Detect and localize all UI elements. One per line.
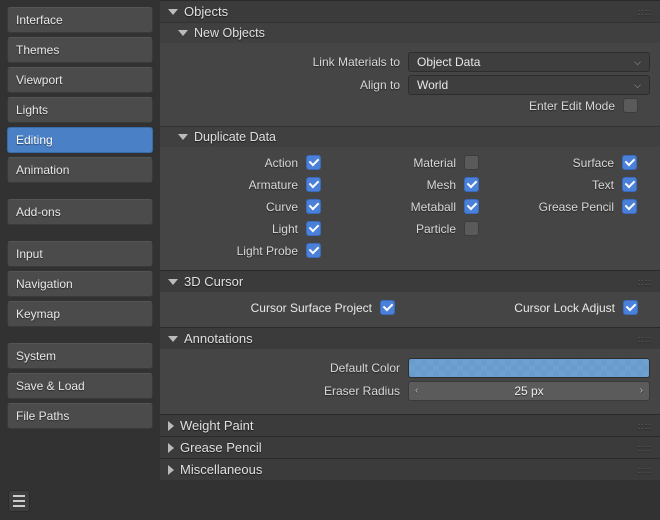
panel-weight-paint-header[interactable]: Weight Paint:::: (160, 414, 660, 436)
panel-objects-header[interactable]: Objects :::: (160, 0, 660, 22)
duplicate-mesh-checkbox[interactable] (464, 177, 479, 192)
preferences-sidebar: Interface Themes Viewport Lights Editing Anim… (0, 0, 160, 520)
duplicate-armature-checkbox[interactable] (306, 177, 321, 192)
link-materials-label: Link Materials to (170, 55, 400, 69)
sidebar-item-viewport[interactable]: Viewport (7, 67, 153, 93)
panel-3d-cursor-header[interactable]: 3D Cursor :::: (160, 270, 660, 292)
sidebar-item-add-ons[interactable]: Add-ons (7, 199, 153, 225)
drag-handle-icon[interactable]: :::: (638, 7, 652, 17)
drag-handle-icon[interactable]: :::: (638, 421, 652, 431)
sidebar-item-themes[interactable]: Themes (7, 37, 153, 63)
panel-title: Grease Pencil (180, 440, 262, 455)
eraser-radius-field[interactable]: 25 px (408, 381, 650, 401)
sidebar-item-system[interactable]: System (7, 343, 153, 369)
panel-title: 3D Cursor (184, 274, 243, 289)
sidebar-item-save-load[interactable]: Save & Load (7, 373, 153, 399)
duplicate-label: Grease Pencil (488, 200, 614, 214)
drag-handle-icon[interactable]: :::: (638, 465, 652, 475)
duplicate-label: Metaball (330, 200, 456, 214)
subpanel-new-objects-header[interactable]: New Objects (160, 23, 660, 43)
duplicate-label: Text (488, 178, 614, 192)
chevron-down-icon: ⌵ (634, 57, 641, 68)
chevron-down-icon: ⌵ (634, 80, 641, 91)
duplicate-curve-checkbox[interactable] (306, 199, 321, 214)
chevron-right-icon (168, 465, 174, 475)
chevron-down-icon (168, 279, 178, 285)
enter-edit-mode-label: Enter Edit Mode (170, 99, 615, 113)
cursor-lock-checkbox[interactable] (623, 300, 638, 315)
duplicate-light-probe-checkbox[interactable] (306, 243, 321, 258)
duplicate-label: Armature (172, 178, 298, 192)
menu-icon[interactable] (8, 490, 30, 512)
sidebar-item-navigation[interactable]: Navigation (7, 271, 153, 297)
panel-miscellaneous-header[interactable]: Miscellaneous:::: (160, 458, 660, 480)
drag-handle-icon[interactable]: :::: (638, 277, 652, 287)
drag-handle-icon[interactable]: :::: (638, 334, 652, 344)
duplicate-particle-checkbox[interactable] (464, 221, 479, 236)
subpanel-title: New Objects (194, 26, 265, 40)
default-color-label: Default Color (170, 361, 400, 375)
duplicate-grease-pencil-checkbox[interactable] (622, 199, 637, 214)
link-materials-select[interactable]: Object Data ⌵ (408, 52, 650, 72)
panel-title: Annotations (184, 331, 253, 346)
duplicate-material-checkbox[interactable] (464, 155, 479, 170)
duplicate-surface-checkbox[interactable] (622, 155, 637, 170)
subpanel-duplicate-body: Action Material Surface Armature Mesh Text Cur… (160, 147, 660, 270)
sidebar-item-keymap[interactable]: Keymap (7, 301, 153, 327)
duplicate-action-checkbox[interactable] (306, 155, 321, 170)
default-color-swatch[interactable] (408, 358, 650, 378)
chevron-down-icon (178, 30, 188, 36)
duplicate-label: Light Probe (172, 244, 298, 258)
chevron-down-icon (168, 9, 178, 15)
panel-title: Objects (184, 4, 228, 19)
panel-title: Weight Paint (180, 418, 253, 433)
sidebar-item-file-paths[interactable]: File Paths (7, 403, 153, 429)
duplicate-label: Material (330, 156, 456, 170)
enter-edit-mode-checkbox[interactable] (623, 98, 638, 113)
cursor-lock-label: Cursor Lock Adjust (514, 301, 615, 315)
sidebar-item-interface[interactable]: Interface (7, 7, 153, 33)
duplicate-label: Curve (172, 200, 298, 214)
align-to-select[interactable]: World ⌵ (408, 75, 650, 95)
cursor-project-checkbox[interactable] (380, 300, 395, 315)
duplicate-light-checkbox[interactable] (306, 221, 321, 236)
sidebar-item-lights[interactable]: Lights (7, 97, 153, 123)
panel-annotations-header[interactable]: Annotations :::: (160, 327, 660, 349)
duplicate-label: Light (172, 222, 298, 236)
cursor-project-label: Cursor Surface Project (251, 301, 372, 315)
sidebar-item-input[interactable]: Input (7, 241, 153, 267)
subpanel-title: Duplicate Data (194, 130, 276, 144)
duplicate-text-checkbox[interactable] (622, 177, 637, 192)
sidebar-item-editing[interactable]: Editing (7, 127, 153, 153)
chevron-down-icon (168, 336, 178, 342)
chevron-down-icon (178, 134, 188, 140)
panel-3d-cursor-body: Cursor Surface Project Cursor Lock Adjus… (160, 292, 660, 327)
duplicate-label: Particle (330, 222, 456, 236)
preferences-main: Objects :::: New Objects Link Materials … (160, 0, 660, 520)
duplicate-label: Action (172, 156, 298, 170)
sidebar-item-animation[interactable]: Animation (7, 157, 153, 183)
duplicate-label: Surface (488, 156, 614, 170)
duplicate-metaball-checkbox[interactable] (464, 199, 479, 214)
chevron-right-icon (168, 443, 174, 453)
drag-handle-icon[interactable]: :::: (638, 443, 652, 453)
duplicate-label: Mesh (330, 178, 456, 192)
chevron-right-icon (168, 421, 174, 431)
align-to-label: Align to (170, 78, 400, 92)
panel-grease-pencil-header[interactable]: Grease Pencil:::: (160, 436, 660, 458)
subpanel-new-objects-body: Link Materials to Object Data ⌵ Align to… (160, 43, 660, 126)
panel-annotations-body: Default Color Eraser Radius 25 px (160, 349, 660, 414)
subpanel-duplicate-header[interactable]: Duplicate Data (160, 127, 660, 147)
panel-title: Miscellaneous (180, 462, 262, 477)
eraser-radius-label: Eraser Radius (170, 384, 400, 398)
